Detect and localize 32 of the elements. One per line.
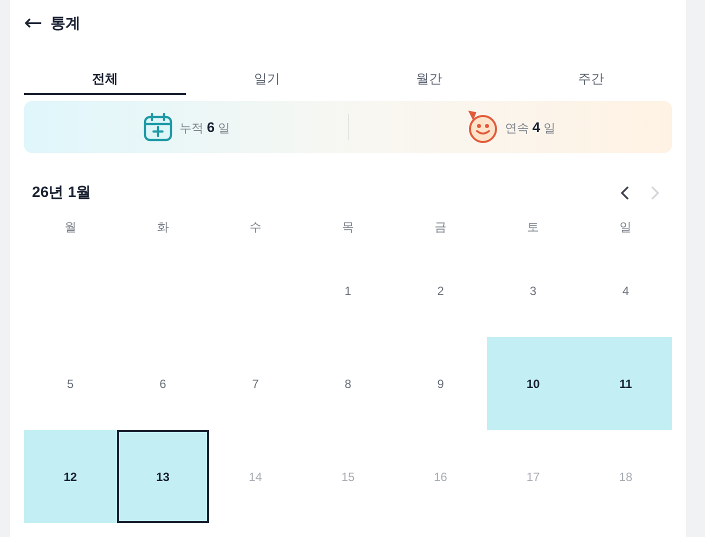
tab[interactable]: 월간	[348, 64, 510, 95]
calendar-day[interactable]: 6	[116, 337, 210, 430]
tab[interactable]: 전체	[24, 64, 186, 95]
calendar-day[interactable]: 7	[209, 337, 302, 430]
chevron-right-icon	[650, 185, 660, 201]
summary-stat: 연속 4 일	[505, 118, 556, 136]
calendar-day[interactable]: 2	[394, 244, 487, 337]
weekday-label: 일	[618, 219, 633, 236]
calendar-day[interactable]: 4	[579, 244, 672, 337]
weekday-label: 금	[434, 219, 448, 236]
weekday-label: 화	[156, 219, 170, 236]
calendar-plus-icon	[142, 111, 174, 143]
calendar-day[interactable]: 9	[394, 337, 487, 430]
month-title: 26년 1월	[32, 182, 92, 203]
back-button[interactable]: ←	[24, 13, 42, 35]
calendar-day[interactable]: 8	[302, 337, 394, 430]
chevron-left-icon	[620, 185, 630, 201]
weekday-label: 목	[340, 219, 355, 236]
tab[interactable]: 일기	[186, 64, 348, 95]
weekday-label: 월	[63, 219, 78, 236]
calendar-day[interactable]: 3	[486, 244, 580, 337]
tab[interactable]: 주간	[510, 64, 672, 95]
calendar-day[interactable]: 11	[579, 337, 672, 430]
calendar-day[interactable]: 12	[24, 430, 117, 523]
calendar-day[interactable]: 5	[24, 337, 117, 430]
weekday-label: 토	[526, 219, 540, 236]
calendar-day[interactable]: 10	[486, 337, 580, 430]
weekday-label: 수	[248, 219, 262, 236]
page-title: 통계	[50, 14, 80, 34]
calendar-day[interactable]: 1	[302, 244, 394, 337]
calendar-day[interactable]: 13	[116, 430, 210, 523]
summary-stat: 누적 6 일	[180, 118, 230, 136]
